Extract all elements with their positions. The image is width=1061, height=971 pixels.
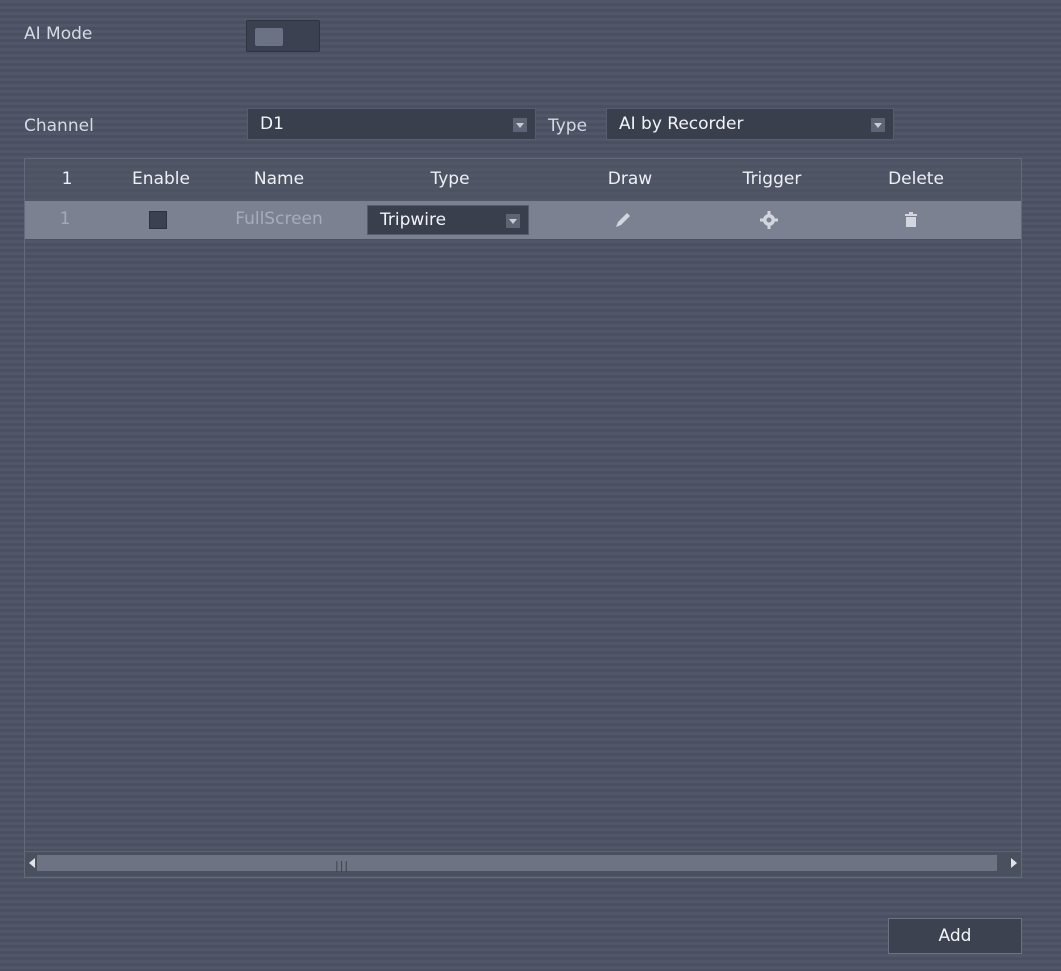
table-row[interactable]: 1 FullScreen Tripwire — [25, 201, 1021, 239]
header-name: Name — [253, 169, 305, 189]
header-type: Type — [430, 169, 470, 189]
header-delete: Delete — [888, 169, 944, 189]
header-trigger: Trigger — [742, 169, 802, 189]
scrollbar-thumb[interactable]: ||| — [37, 855, 997, 872]
gear-icon[interactable] — [759, 210, 779, 230]
chevron-down-icon — [506, 214, 520, 228]
header-enable: Enable — [132, 169, 190, 189]
trash-icon[interactable] — [901, 210, 921, 230]
scroll-left-icon[interactable] — [29, 858, 35, 868]
type-value: AI by Recorder — [619, 114, 744, 134]
chevron-down-icon — [871, 118, 885, 132]
add-button[interactable]: Add — [888, 918, 1022, 954]
channel-value: D1 — [260, 114, 284, 134]
header-index: 1 — [61, 169, 73, 189]
type-label: Type — [548, 116, 588, 136]
enable-checkbox[interactable] — [149, 211, 167, 229]
row-index: 1 — [59, 209, 71, 229]
pencil-icon[interactable] — [613, 210, 633, 230]
chevron-down-icon — [513, 118, 527, 132]
header-draw: Draw — [607, 169, 653, 189]
row-type-select[interactable]: Tripwire — [367, 205, 529, 235]
scroll-right-icon[interactable] — [1011, 858, 1017, 868]
ai-mode-toggle[interactable] — [246, 20, 320, 52]
rules-table: 1 Enable Name Type Draw Trigger Delete 1… — [24, 158, 1022, 878]
horizontal-scrollbar[interactable]: ||| — [25, 851, 1021, 875]
scrollbar-grip: ||| — [335, 859, 350, 872]
row-type-value: Tripwire — [380, 210, 447, 230]
type-select[interactable]: AI by Recorder — [606, 108, 894, 140]
channel-select[interactable]: D1 — [247, 108, 536, 140]
toggle-knob — [255, 28, 283, 46]
table-header: 1 Enable Name Type Draw Trigger Delete — [25, 159, 1021, 199]
ai-mode-label: AI Mode — [24, 24, 93, 44]
row-name: FullScreen — [235, 209, 323, 229]
channel-label: Channel — [24, 116, 94, 136]
